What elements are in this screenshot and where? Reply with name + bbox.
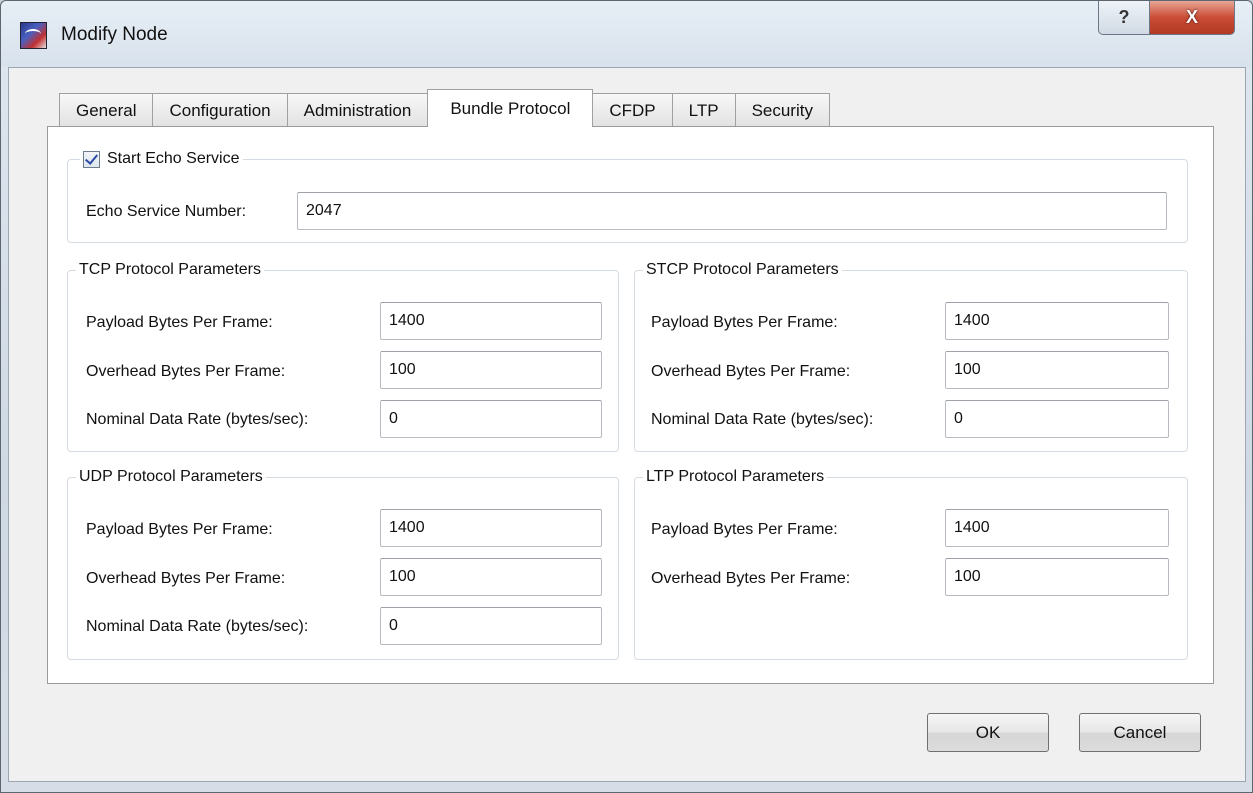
stcp-group-title: STCP Protocol Parameters bbox=[643, 260, 842, 280]
start-echo-service-label: Start Echo Service bbox=[107, 150, 240, 167]
tcp-parameters-group: TCP Protocol Parameters Payload Bytes Pe… bbox=[67, 260, 619, 452]
modify-node-dialog: Modify Node ? X General Configuration Ad… bbox=[0, 0, 1253, 793]
udp-parameters-group: UDP Protocol Parameters Payload Bytes Pe… bbox=[67, 467, 619, 660]
tcp-group-title: TCP Protocol Parameters bbox=[76, 260, 264, 280]
udp-rate-field[interactable]: 0 bbox=[380, 607, 602, 645]
udp-group-title: UDP Protocol Parameters bbox=[76, 467, 266, 487]
start-echo-service-checkbox[interactable]: Start Echo Service bbox=[80, 149, 243, 169]
stcp-overhead-label: Overhead Bytes Per Frame: bbox=[651, 363, 851, 380]
tab-general[interactable]: General bbox=[59, 93, 154, 127]
echo-service-number-field[interactable]: 2047 bbox=[297, 192, 1167, 230]
ltp-parameters-group: LTP Protocol Parameters Payload Bytes Pe… bbox=[634, 467, 1188, 660]
stcp-overhead-field[interactable]: 100 bbox=[945, 351, 1169, 389]
ltp-overhead-label: Overhead Bytes Per Frame: bbox=[651, 570, 851, 587]
tcp-overhead-field[interactable]: 100 bbox=[380, 351, 602, 389]
window-title: Modify Node bbox=[61, 24, 168, 45]
ok-button[interactable]: OK bbox=[927, 713, 1049, 752]
tcp-payload-label: Payload Bytes Per Frame: bbox=[86, 314, 273, 331]
cancel-button[interactable]: Cancel bbox=[1079, 713, 1201, 752]
help-icon: ? bbox=[1118, 7, 1130, 27]
ltp-payload-label: Payload Bytes Per Frame: bbox=[651, 521, 838, 538]
tcp-overhead-label: Overhead Bytes Per Frame: bbox=[86, 363, 286, 380]
stcp-parameters-group: STCP Protocol Parameters Payload Bytes P… bbox=[634, 260, 1188, 452]
udp-payload-field[interactable]: 1400 bbox=[380, 509, 602, 547]
close-button[interactable]: X bbox=[1149, 1, 1235, 35]
checkmark-icon[interactable] bbox=[83, 150, 100, 168]
echo-service-group: Start Echo Service Echo Service Number: … bbox=[67, 149, 1188, 243]
tab-ltp[interactable]: LTP bbox=[671, 93, 736, 127]
stcp-payload-field[interactable]: 1400 bbox=[945, 302, 1169, 340]
stcp-rate-label: Nominal Data Rate (bytes/sec): bbox=[651, 411, 874, 428]
app-icon bbox=[20, 22, 47, 49]
udp-payload-label: Payload Bytes Per Frame: bbox=[86, 521, 273, 538]
tcp-rate-label: Nominal Data Rate (bytes/sec): bbox=[86, 411, 309, 428]
tab-security[interactable]: Security bbox=[734, 93, 830, 127]
tcp-rate-field[interactable]: 0 bbox=[380, 400, 602, 438]
tcp-payload-field[interactable]: 1400 bbox=[380, 302, 602, 340]
udp-rate-label: Nominal Data Rate (bytes/sec): bbox=[86, 618, 309, 635]
udp-overhead-field[interactable]: 100 bbox=[380, 558, 602, 596]
udp-overhead-label: Overhead Bytes Per Frame: bbox=[86, 570, 286, 587]
tab-administration[interactable]: Administration bbox=[286, 93, 429, 127]
ltp-overhead-field[interactable]: 100 bbox=[945, 558, 1169, 596]
close-icon: X bbox=[1185, 7, 1198, 27]
tab-configuration[interactable]: Configuration bbox=[152, 93, 288, 127]
tab-bar: General Configuration Administration Bun… bbox=[59, 89, 830, 127]
help-button[interactable]: ? bbox=[1098, 1, 1150, 35]
ltp-group-title: LTP Protocol Parameters bbox=[643, 467, 828, 487]
ltp-payload-field[interactable]: 1400 bbox=[945, 509, 1169, 547]
stcp-payload-label: Payload Bytes Per Frame: bbox=[651, 314, 838, 331]
stcp-rate-field[interactable]: 0 bbox=[945, 400, 1169, 438]
title-bar[interactable]: Modify Node ? X bbox=[1, 1, 1252, 67]
tab-cfdp[interactable]: CFDP bbox=[592, 93, 673, 127]
bundle-protocol-panel: Start Echo Service Echo Service Number: … bbox=[47, 126, 1214, 684]
tab-bundle-protocol[interactable]: Bundle Protocol bbox=[427, 89, 594, 127]
echo-service-number-label: Echo Service Number: bbox=[86, 203, 247, 220]
